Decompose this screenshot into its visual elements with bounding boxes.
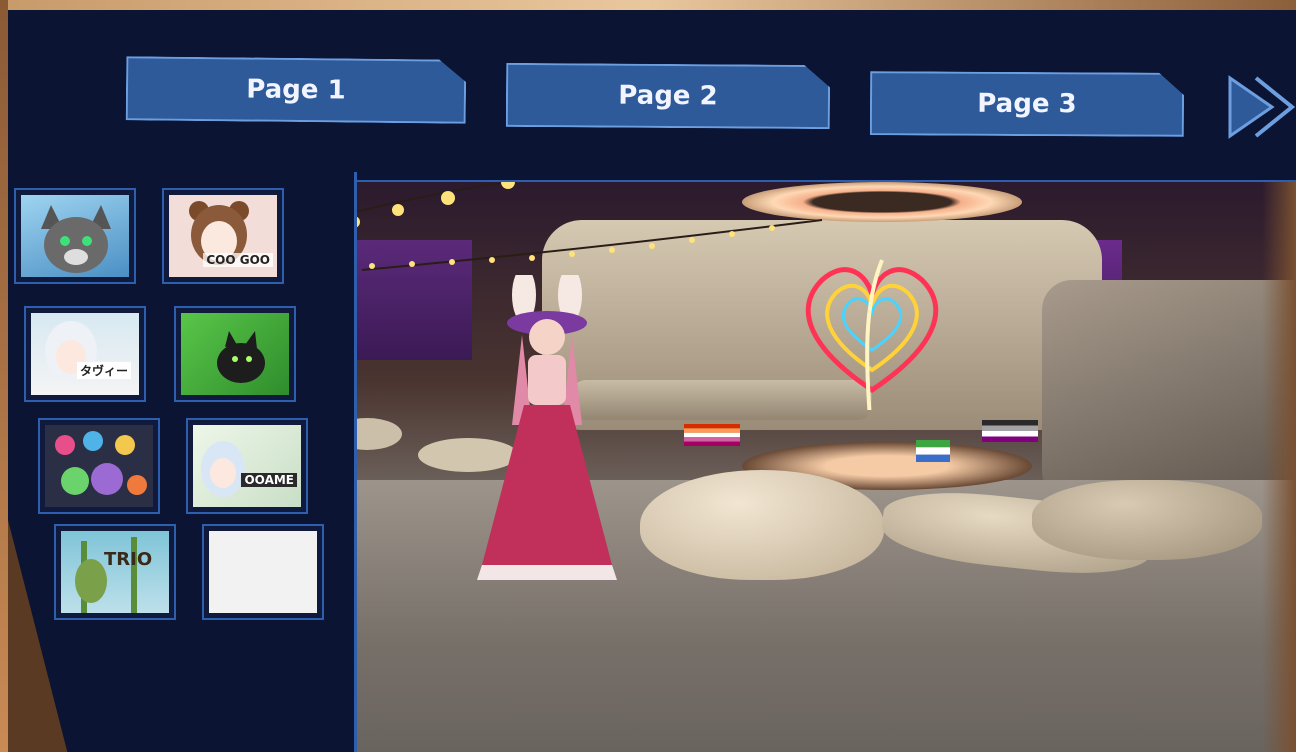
bunny-avatar-character	[477, 275, 617, 580]
neon-heart-sculpture	[805, 259, 939, 410]
wood-frame-left	[0, 0, 8, 752]
tab-page-2-label: Page 2	[618, 80, 718, 112]
avatar-thumbnail-8-empty[interactable]	[202, 524, 324, 620]
tab-page-1[interactable]: Page 1	[126, 56, 467, 124]
tree-icon	[75, 537, 137, 613]
characters-group-icon	[55, 431, 147, 495]
avatar-thumbnail-5[interactable]	[38, 418, 160, 514]
tab-page-2[interactable]: Page 2	[506, 63, 830, 129]
page-nav-bar: Page 1 Page 2 Page 3	[8, 10, 1296, 182]
tab-page-3[interactable]: Page 3	[870, 71, 1184, 137]
avatar-thumbnail-2[interactable]: COO GOO	[162, 188, 284, 284]
beanbag	[1032, 480, 1262, 560]
green-cat-icon	[217, 331, 265, 383]
pride-flag	[916, 440, 950, 462]
thumbnail-7-text: TRIO	[104, 549, 153, 570]
ooame-character-icon	[201, 441, 245, 497]
white-hair-girl-icon	[45, 321, 97, 381]
next-page-icon[interactable]	[1226, 74, 1296, 140]
thumbnail-6-text: OOAME	[241, 473, 297, 487]
thumbnail-2-text: COO GOO	[203, 253, 273, 267]
avatar-thumbnail-6[interactable]: OOAME	[186, 418, 308, 514]
wolf-icon	[41, 205, 111, 273]
pride-flag	[684, 424, 740, 446]
avatar-thumbnail-7[interactable]: TRIO	[54, 524, 176, 620]
tab-page-3-label: Page 3	[977, 88, 1077, 120]
avatar-list-panel: COO GOO タヴィー OOAME TRIO	[8, 172, 357, 752]
avatar-thumbnail-3[interactable]: タヴィー	[24, 306, 146, 402]
rock-terrace	[1042, 280, 1296, 510]
avatar-thumbnail-1[interactable]	[14, 188, 136, 284]
thumbnail-3-text: タヴィー	[77, 362, 132, 379]
pride-flag	[982, 420, 1038, 442]
tab-page-1-label: Page 1	[246, 74, 346, 106]
viewport-edge-shadow	[1262, 180, 1296, 752]
avatar-thumbnail-4[interactable]	[174, 306, 296, 402]
world-viewport	[322, 180, 1296, 752]
beanbag	[640, 470, 884, 580]
